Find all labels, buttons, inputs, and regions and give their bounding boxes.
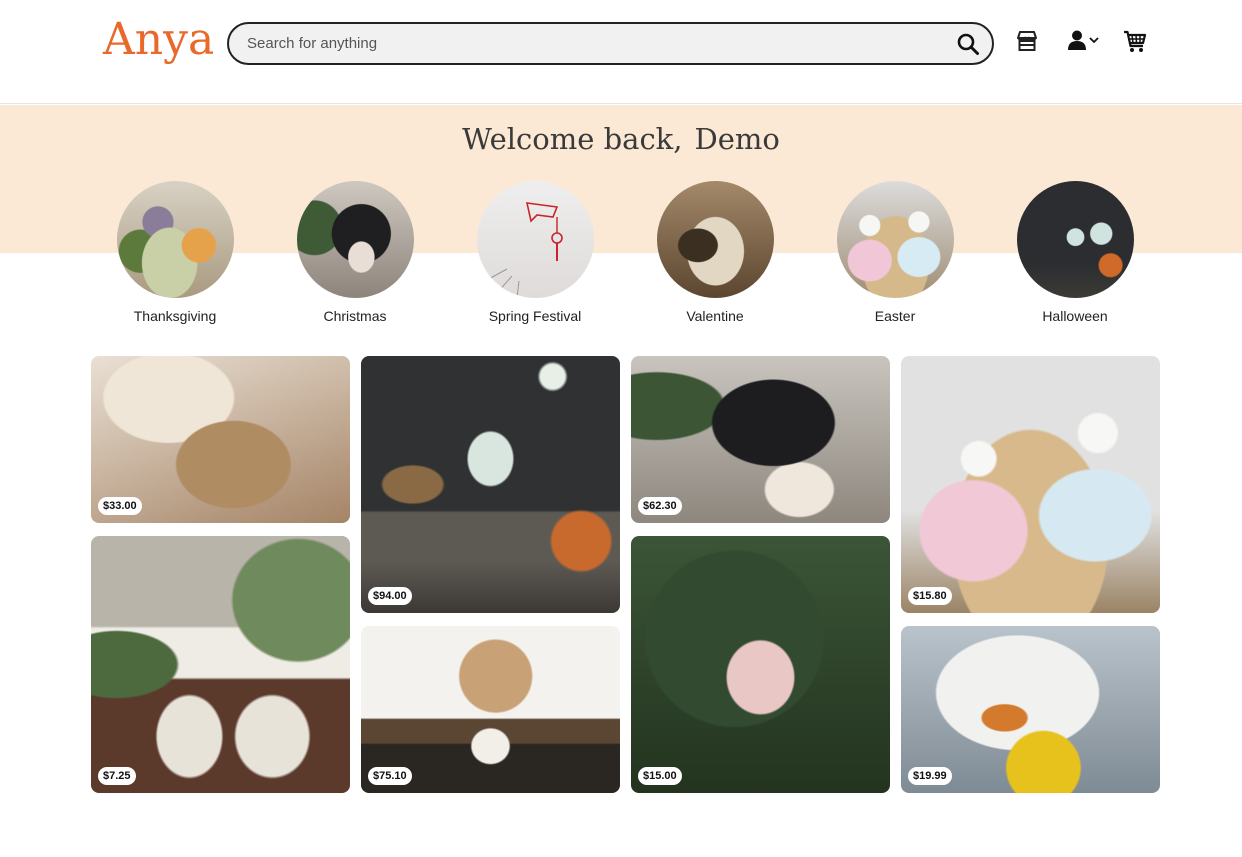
category-image bbox=[476, 181, 594, 298]
category-label: Thanksgiving bbox=[133, 308, 217, 324]
category-thanksgiving[interactable]: Thanksgiving bbox=[95, 181, 255, 324]
category-image bbox=[656, 181, 774, 298]
site-header: Anya bbox=[0, 0, 1242, 104]
category-image bbox=[116, 181, 234, 298]
category-easter[interactable]: Easter bbox=[815, 181, 975, 324]
price-badge: $7.25 bbox=[98, 767, 136, 785]
category-valentine[interactable]: Valentine bbox=[635, 181, 795, 324]
category-christmas[interactable]: Christmas bbox=[275, 181, 435, 324]
category-image bbox=[296, 181, 414, 298]
search-input[interactable] bbox=[247, 24, 937, 63]
welcome-greeting: Welcome back, bbox=[462, 122, 683, 156]
welcome-user-name: Demo bbox=[694, 122, 780, 156]
cart-icon[interactable] bbox=[1123, 28, 1147, 54]
product-card[interactable]: $15.80 bbox=[901, 356, 1160, 613]
welcome-heading: Welcome back, Demo bbox=[0, 122, 1242, 156]
store-icon[interactable] bbox=[1016, 28, 1038, 54]
category-spring-festival[interactable]: Spring Festival bbox=[455, 181, 615, 324]
price-badge: $62.30 bbox=[638, 497, 682, 515]
price-badge: $15.00 bbox=[638, 767, 682, 785]
product-card[interactable]: $94.00 bbox=[361, 356, 620, 613]
category-halloween[interactable]: Halloween bbox=[995, 181, 1155, 324]
product-card[interactable]: $33.00 bbox=[91, 356, 350, 523]
user-icon bbox=[1068, 30, 1086, 50]
product-card[interactable]: $62.30 bbox=[631, 356, 890, 523]
price-badge: $19.99 bbox=[908, 767, 952, 785]
product-card[interactable]: $15.00 bbox=[631, 536, 890, 793]
search-icon[interactable] bbox=[956, 32, 980, 56]
category-label: Valentine bbox=[686, 308, 744, 324]
price-badge: $75.10 bbox=[368, 767, 412, 785]
category-image bbox=[1016, 181, 1134, 298]
price-badge: $15.80 bbox=[908, 587, 952, 605]
price-badge: $33.00 bbox=[98, 497, 142, 515]
product-card[interactable]: $19.99 bbox=[901, 626, 1160, 793]
search-bar bbox=[227, 22, 994, 65]
brand-logo[interactable]: Anya bbox=[103, 12, 214, 68]
category-label: Christmas bbox=[323, 308, 387, 324]
category-label: Easter bbox=[874, 308, 916, 324]
category-image bbox=[836, 181, 954, 298]
chevron-down-icon bbox=[1089, 37, 1099, 44]
product-card[interactable]: $7.25 bbox=[91, 536, 350, 793]
price-badge: $94.00 bbox=[368, 587, 412, 605]
account-menu[interactable] bbox=[1068, 28, 1102, 54]
product-card[interactable]: $75.10 bbox=[361, 626, 620, 793]
category-label: Spring Festival bbox=[488, 308, 582, 324]
category-label: Halloween bbox=[1042, 308, 1108, 324]
